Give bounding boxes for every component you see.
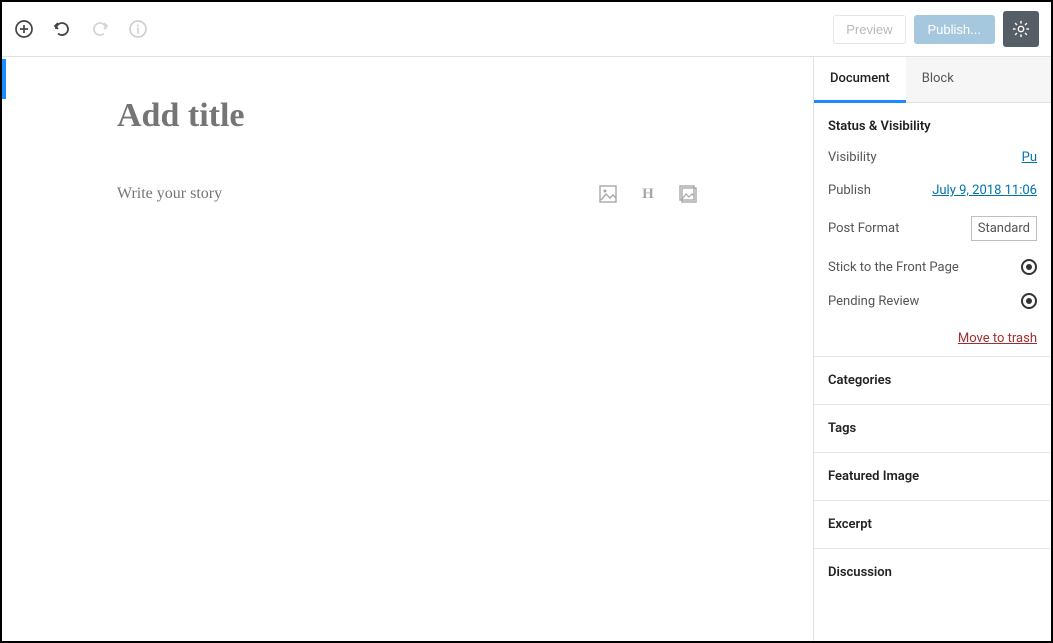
panel-heading-featured-image: Featured Image — [828, 469, 1037, 484]
top-toolbar: Preview Publish... — [2, 2, 1051, 57]
pending-toggle-icon[interactable] — [1021, 293, 1037, 309]
sticky-label: Stick to the Front Page — [828, 260, 959, 275]
sticky-toggle-icon[interactable] — [1021, 259, 1037, 275]
panel-heading-discussion: Discussion — [828, 565, 1037, 580]
tab-document[interactable]: Document — [814, 57, 906, 103]
publish-button[interactable]: Publish... — [914, 15, 995, 44]
panel-heading-status: Status & Visibility — [828, 119, 1037, 134]
post-body-input[interactable] — [117, 185, 417, 203]
tab-block[interactable]: Block — [906, 57, 970, 102]
add-block-icon[interactable] — [14, 19, 34, 39]
redo-icon — [90, 19, 110, 39]
publish-date-link[interactable]: July 9, 2018 11:06 — [932, 183, 1037, 198]
move-to-trash-link[interactable]: Move to trash — [958, 331, 1037, 346]
postformat-label: Post Format — [828, 221, 899, 236]
panel-discussion[interactable]: Discussion — [814, 549, 1051, 596]
sidebar-tabs: Document Block — [814, 57, 1051, 103]
block-inserter-icons: H — [599, 185, 697, 203]
editor-area: H — [2, 57, 813, 641]
panel-excerpt[interactable]: Excerpt — [814, 501, 1051, 549]
gallery-block-icon[interactable] — [679, 185, 697, 203]
image-block-icon[interactable] — [599, 185, 617, 203]
postformat-select[interactable]: Standard — [971, 216, 1037, 241]
preview-button[interactable]: Preview — [833, 15, 905, 44]
panel-categories[interactable]: Categories — [814, 357, 1051, 405]
post-title-input[interactable] — [117, 97, 687, 135]
panel-heading-excerpt: Excerpt — [828, 517, 1037, 532]
visibility-label: Visibility — [828, 150, 877, 165]
publish-label: Publish — [828, 183, 871, 198]
panel-heading-categories: Categories — [828, 373, 1037, 388]
heading-block-icon[interactable]: H — [639, 185, 657, 203]
panel-tags[interactable]: Tags — [814, 405, 1051, 453]
visibility-value-link[interactable]: Pu — [1022, 150, 1037, 165]
panel-status-visibility: Status & Visibility Visibility Pu Publis… — [814, 103, 1051, 357]
pending-label: Pending Review — [828, 294, 919, 309]
panel-featured-image[interactable]: Featured Image — [814, 453, 1051, 501]
info-icon[interactable] — [128, 19, 148, 39]
panel-heading-tags: Tags — [828, 421, 1037, 436]
gear-icon — [1012, 20, 1030, 38]
settings-button[interactable] — [1003, 11, 1039, 47]
settings-sidebar: Document Block Status & Visibility Visib… — [813, 57, 1051, 641]
undo-icon[interactable] — [52, 19, 72, 39]
